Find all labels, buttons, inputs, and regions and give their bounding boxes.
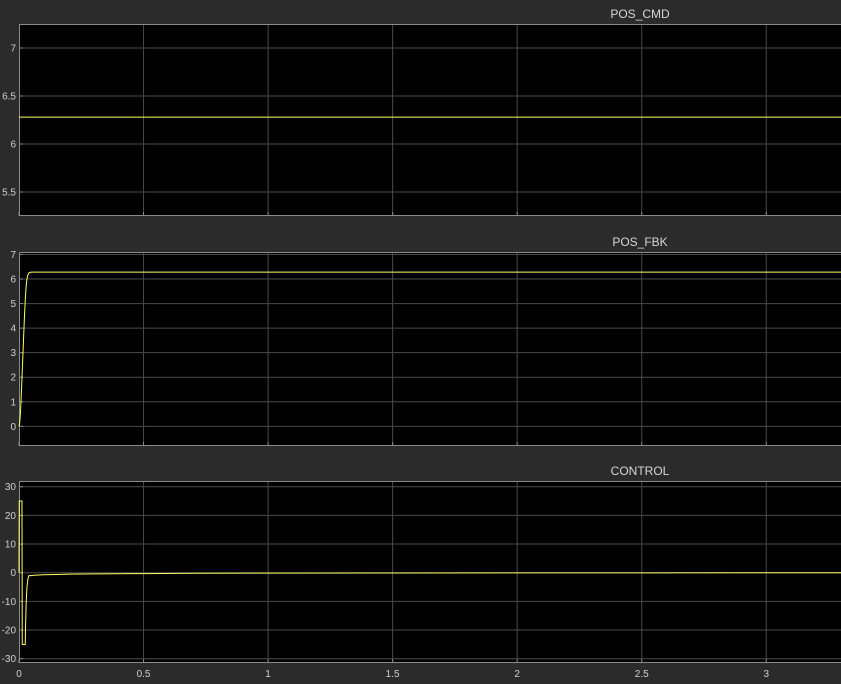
y-tick-label: 10 <box>5 540 17 551</box>
y-tick-label: 7 <box>10 250 16 261</box>
x-tick-label: 1.5 <box>386 669 400 680</box>
y-tick-label: 6 <box>10 275 16 286</box>
plot-area <box>19 481 841 663</box>
y-tick-label: 0 <box>10 422 16 433</box>
x-tick-label: 2.5 <box>635 669 649 680</box>
subplot-2: POS_FBK 0 1 2 3 4 5 6 7 <box>10 235 841 446</box>
x-tick-label: 1 <box>265 669 271 680</box>
subplot-title: POS_CMD <box>610 7 670 21</box>
subplot-1: POS_CMD 5.5 6 6.5 7 <box>2 7 841 216</box>
subplot-title: POS_FBK <box>612 235 667 249</box>
x-tick-label: 0.5 <box>137 669 151 680</box>
y-tick-label: -20 <box>2 626 17 637</box>
x-tick-label: 2 <box>514 669 520 680</box>
x-tick-label: 3 <box>763 669 769 680</box>
y-tick-label: -30 <box>2 654 17 665</box>
y-tick-label: 6 <box>10 140 16 151</box>
y-tick-label: 20 <box>5 511 17 522</box>
plot-area <box>19 24 841 216</box>
y-tick-label: -10 <box>2 597 17 608</box>
y-tick-label: 6.5 <box>2 92 16 103</box>
y-tick-label: 1 <box>10 397 16 408</box>
scope-figure: POS_CMD 5.5 6 6.5 7 POS_FBK 0 1 2 3 4 5 6 7 CONTROL 0 0.… <box>2 7 841 680</box>
y-tick-label: 5 <box>10 299 16 310</box>
y-tick-label: 7 <box>10 44 16 55</box>
y-tick-label: 5.5 <box>2 188 16 199</box>
subplot-title: CONTROL <box>611 464 670 478</box>
subplot-3: CONTROL 0 0.5 1 1.5 2 2.5 3 -30 -20 -10 0 10 20 30 <box>2 464 841 680</box>
y-tick-label: 4 <box>10 324 16 335</box>
x-tick-label: 0 <box>16 669 22 680</box>
y-tick-label: 0 <box>10 568 16 579</box>
y-tick-label: 2 <box>10 373 16 384</box>
y-tick-label: 30 <box>5 482 17 493</box>
y-tick-label: 3 <box>10 348 16 359</box>
plot-area <box>19 252 841 446</box>
